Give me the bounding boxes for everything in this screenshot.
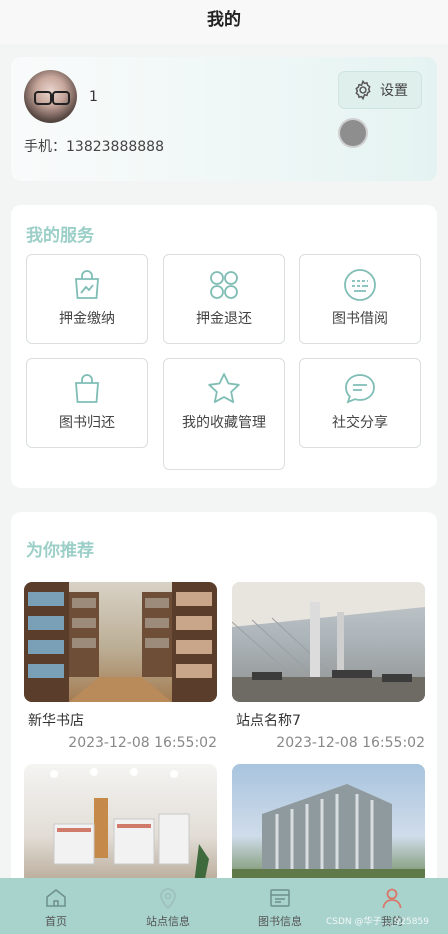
services-title: 我的服务 xyxy=(26,226,94,246)
tab-label: 图书信息 xyxy=(258,915,302,928)
book-icon xyxy=(270,889,290,907)
profile-card: 1 手机：13823888888 设置 xyxy=(11,57,437,181)
keyboard-circle-icon xyxy=(344,269,376,301)
library-image xyxy=(232,582,425,702)
service-label: 押金退还 xyxy=(196,311,252,327)
username: 1 xyxy=(89,89,98,105)
recommend-time: 2023-12-08 16:55:02 xyxy=(276,735,425,751)
recommend-card: 为你推荐 新华书店 2023-12-08 16:55:02 站点名称7 2023… xyxy=(11,512,437,912)
tab-home[interactable]: 首页 xyxy=(0,878,112,934)
user-icon xyxy=(382,888,402,909)
services-card: 我的服务 押金缴纳 押金退还 图书借阅 图书归还 我的收藏管理 社交分享 xyxy=(11,205,437,488)
recommend-item[interactable] xyxy=(232,764,425,884)
location-icon xyxy=(160,888,176,910)
reading-room-image xyxy=(24,764,217,884)
tab-label: 首页 xyxy=(45,915,67,928)
service-label: 图书归还 xyxy=(59,415,115,431)
phone-number: 手机：13823888888 xyxy=(24,139,164,155)
service-social-share[interactable]: 社交分享 xyxy=(299,358,421,448)
avatar[interactable] xyxy=(24,70,77,123)
service-book-borrow[interactable]: 图书借阅 xyxy=(299,254,421,344)
service-favorites[interactable]: 我的收藏管理 xyxy=(163,358,285,470)
recommend-item[interactable]: 新华书店 2023-12-08 16:55:02 xyxy=(24,582,217,751)
shopping-bag-icon xyxy=(75,374,99,403)
settings-button[interactable]: 设置 xyxy=(338,71,422,109)
tab-sites[interactable]: 站点信息 xyxy=(112,878,224,934)
gear-icon xyxy=(355,79,371,101)
recommend-title: 为你推荐 xyxy=(26,541,94,561)
bookstore-image xyxy=(24,582,217,702)
recommend-time: 2023-12-08 16:55:02 xyxy=(68,735,217,751)
service-label: 社交分享 xyxy=(332,415,388,431)
recommend-item[interactable] xyxy=(24,764,217,884)
tab-label: 站点信息 xyxy=(146,915,190,928)
recommend-name: 新华书店 xyxy=(28,713,84,729)
page-title: 我的 xyxy=(0,0,448,44)
service-label: 押金缴纳 xyxy=(59,311,115,327)
home-icon xyxy=(46,889,66,907)
service-deposit-refund[interactable]: 押金退还 xyxy=(163,254,285,344)
service-deposit-pay[interactable]: 押金缴纳 xyxy=(26,254,148,344)
service-label: 图书借阅 xyxy=(332,311,388,327)
settings-label: 设置 xyxy=(380,83,408,99)
recommend-item[interactable]: 站点名称7 2023-12-08 16:55:02 xyxy=(232,582,425,751)
watermark: CSDN @华子..._925859 xyxy=(326,917,429,927)
status-toggle[interactable] xyxy=(340,120,366,146)
service-book-return[interactable]: 图书归还 xyxy=(26,358,148,448)
bag-chart-icon xyxy=(75,270,99,299)
tab-books[interactable]: 图书信息 xyxy=(224,878,336,934)
building-image xyxy=(232,764,425,884)
star-icon xyxy=(208,373,240,403)
service-label: 我的收藏管理 xyxy=(182,415,266,431)
chat-bubble-icon xyxy=(345,374,375,404)
four-circles-icon xyxy=(210,271,238,299)
recommend-name: 站点名称7 xyxy=(236,713,301,729)
